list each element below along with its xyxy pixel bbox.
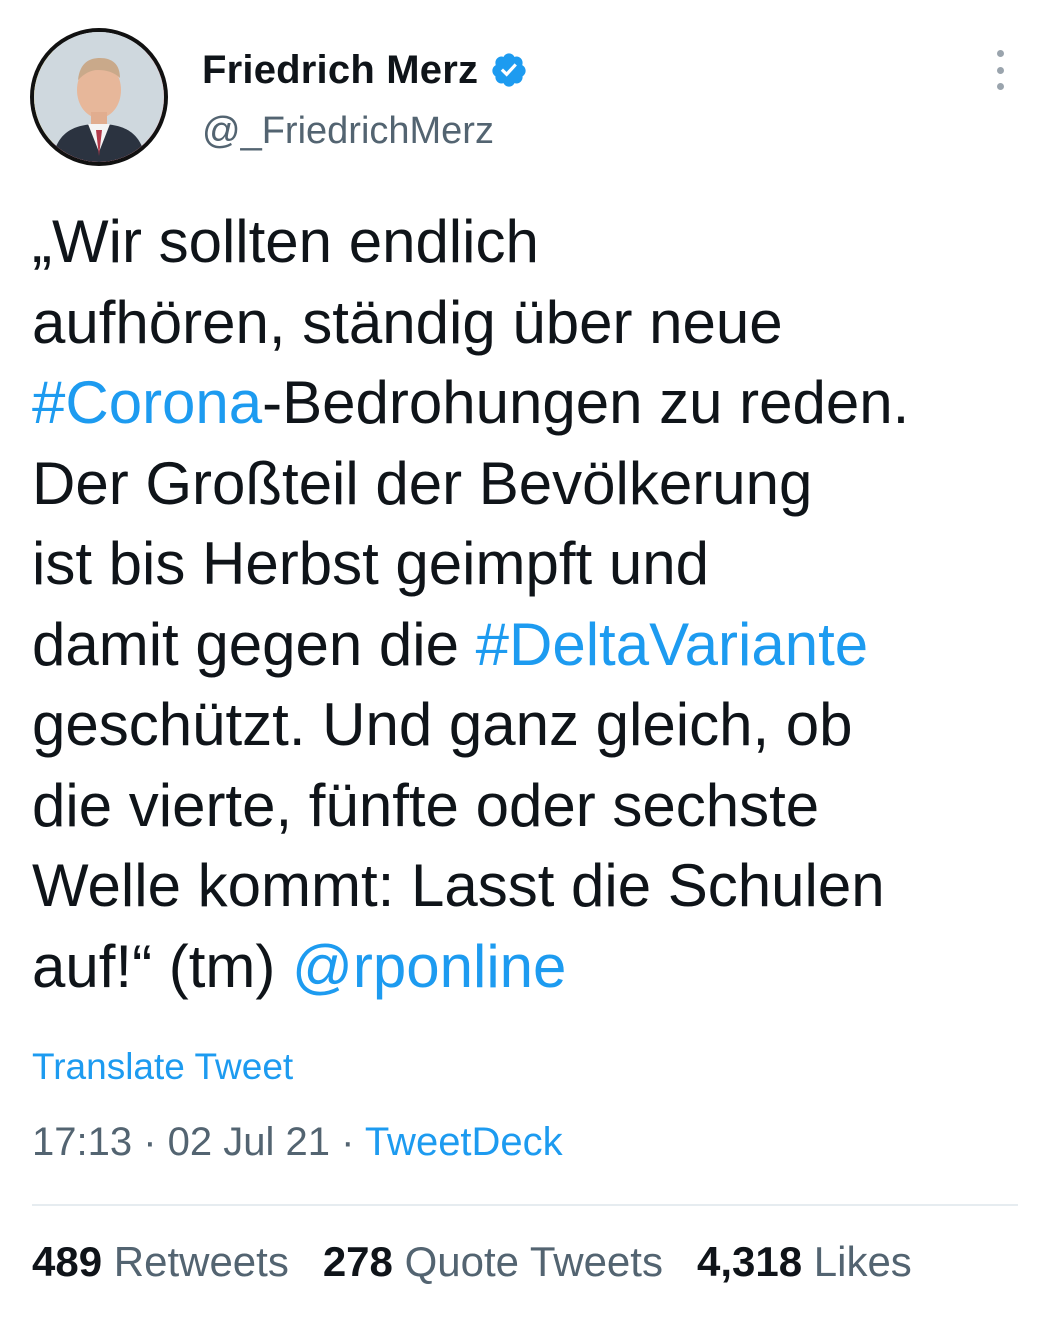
divider [32,1204,1018,1206]
tweet-text: „Wir sollten endlich aufhören, ständig üb… [32,202,1012,1007]
tweet-text-line: Der Großteil der Bevölkerung [32,444,1012,525]
hashtag-link[interactable]: #Corona [32,369,262,436]
stat-label: Quote Tweets [404,1238,663,1285]
tweet-text-segment: ist bis Herbst geimpft und [32,530,709,597]
tweet-header: Friedrich Merz @_FriedrichMerz [30,28,1020,168]
tweet-source-link[interactable]: TweetDeck [365,1120,563,1164]
translate-tweet-link[interactable]: Translate Tweet [32,1046,293,1088]
stat-label: Retweets [113,1238,289,1285]
avatar[interactable] [30,28,168,166]
stat-number: 278 [322,1238,393,1285]
meta-separator: · [330,1120,365,1164]
stat-number: 489 [32,1238,103,1285]
mention-link[interactable]: @rponline [292,933,566,1000]
tweet-text-segment: -Bedrohungen zu reden. [262,369,910,436]
more-dot [996,83,1004,90]
tweet-text-segment: Der Großteil der Bevölkerung [32,449,813,517]
tweet-text-segment: geschützt. Und ganz gleich, ob [32,691,853,758]
tweet-text-line: geschützt. Und ganz gleich, ob [32,685,1012,766]
meta-separator: · [132,1120,168,1164]
stat-label: Likes [813,1238,912,1285]
tweet-text-line: damit gegen die #DeltaVariante [32,605,1012,686]
tweet-text-segment: die vierte, fünfte oder sechste [32,771,820,839]
tweet-text-segment: damit gegen die [32,610,476,678]
hashtag-link[interactable]: #DeltaVariante [476,611,868,678]
likes-stat[interactable]: 4,318 Likes [697,1238,912,1286]
name-row: Friedrich Merz [202,42,528,98]
tweet-date[interactable]: 02 Jul 21 [168,1120,330,1164]
avatar-ring [34,32,164,162]
quote-tweets-stat[interactable]: 278 Quote Tweets [323,1238,663,1286]
stat-number: 4,318 [696,1238,803,1285]
tweet-text-line: #Corona-Bedrohungen zu reden. [32,363,1012,444]
more-vertical-icon[interactable] [990,50,1010,90]
tweet-text-line: die vierte, fünfte oder sechste [32,766,1012,847]
tweet-text-segment: „Wir sollten endlich [32,208,539,275]
more-dot [996,66,1004,74]
tweet-time[interactable]: 17:13 [32,1120,132,1164]
retweets-stat[interactable]: 489 Retweets [32,1238,289,1286]
tweet-text-segment: Welle kommt: Lasst die Schulen [32,852,885,919]
handle[interactable]: @_FriedrichMerz [202,110,494,153]
tweet-text-segment: aufhören, ständig über neue [32,288,783,356]
more-dot [996,50,1004,57]
tweet-text-segment: auf!“ (tm) [32,932,293,1000]
tweet-text-line: aufhören, ständig über neue [32,283,1012,364]
tweet-text-line: „Wir sollten endlich [32,202,1012,283]
tweet-meta: 17:13 · 02 Jul 21 · TweetDeck [32,1120,563,1165]
tweet-text-line: auf!“ (tm) @rponline [32,927,1012,1008]
tweet-text-line: Welle kommt: Lasst die Schulen [32,846,1012,927]
tweet-text-line: ist bis Herbst geimpft und [32,524,1012,605]
tweet-stats: 489 Retweets 278 Quote Tweets 4,318 Like… [32,1238,946,1286]
verified-badge-icon [492,53,526,87]
display-name[interactable]: Friedrich Merz [202,48,478,93]
